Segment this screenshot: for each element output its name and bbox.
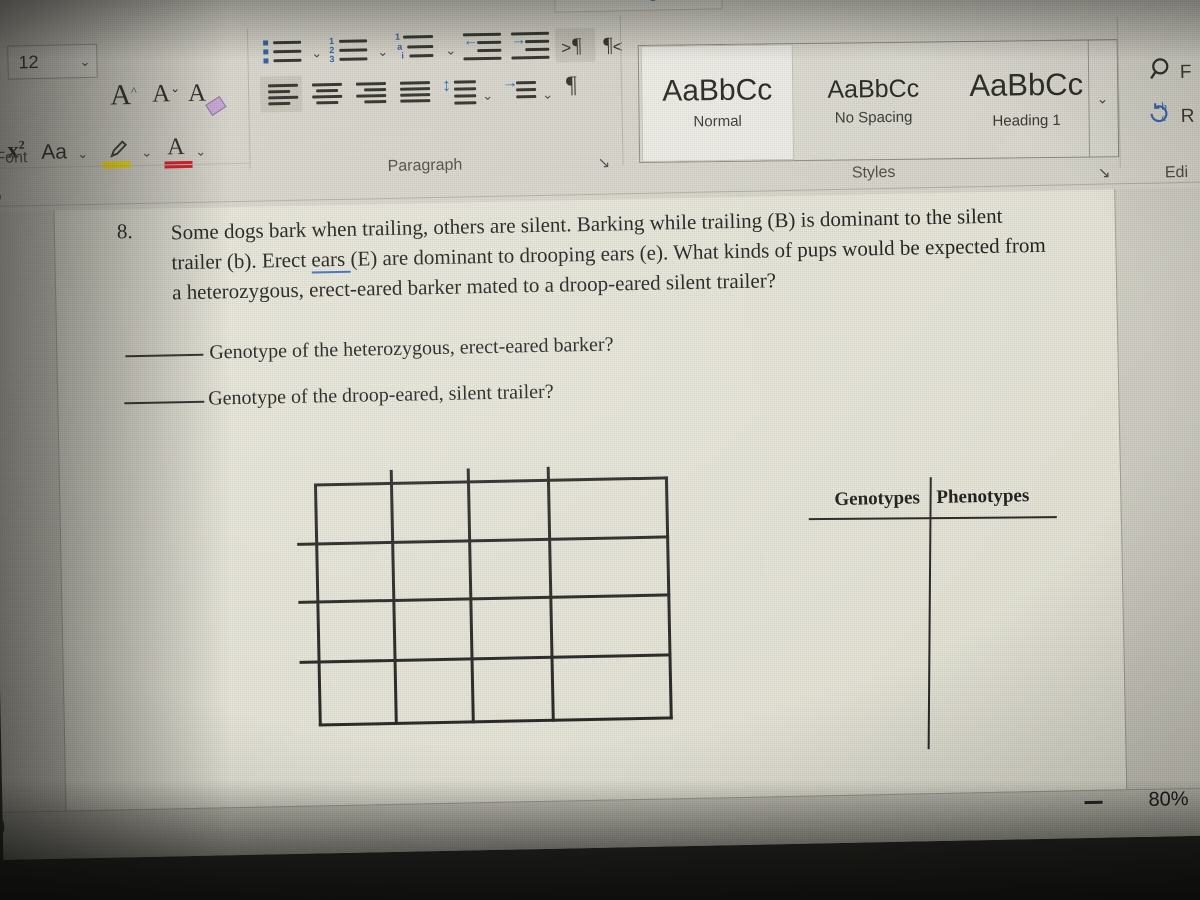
- shrink-font-label: A: [151, 80, 171, 108]
- ltr-text-icon[interactable]: >¶: [561, 33, 582, 59]
- show-formatting-marks-icon[interactable]: ¶: [566, 72, 577, 99]
- style-preview: AaBbCc: [827, 74, 920, 104]
- editing-group-label: Edi: [1164, 163, 1189, 182]
- increase-indent-icon[interactable]: →: [511, 31, 552, 61]
- punnett-cell[interactable]: [319, 545, 390, 597]
- punnett-cell[interactable]: [322, 663, 393, 722]
- clear-formatting-button[interactable]: A: [188, 80, 207, 108]
- svg-text:c: c: [1161, 112, 1166, 124]
- font-color-button[interactable]: A: [167, 134, 185, 161]
- chevron-down-icon[interactable]: ⌄: [377, 44, 388, 60]
- justify-icon[interactable]: [399, 81, 431, 104]
- line-spacing-icon[interactable]: ↕: [442, 75, 477, 105]
- paragraph-group-label: Paragraph: [387, 156, 463, 175]
- chevron-down-icon[interactable]: ⌄: [542, 87, 553, 103]
- paragraph-group: ⌄ 1 2 3 ⌄ 1 a i ⌄ ← → >¶ ¶< ↕ ⌄ → ⌄ ¶: [249, 21, 623, 178]
- chevron-down-icon[interactable]: ⌄: [482, 88, 493, 104]
- clear-formatting-label: A: [187, 79, 207, 107]
- styles-gallery: AaBbCc Normal AaBbCc No Spacing AaBbCc H…: [637, 39, 1120, 164]
- chevron-down-icon[interactable]: ⌄: [311, 45, 322, 61]
- styles-gallery-expand-chevron-icon[interactable]: ⌄: [1087, 40, 1117, 157]
- decrease-indent-icon[interactable]: ←: [463, 32, 504, 62]
- eraser-icon: [205, 95, 227, 116]
- punnett-cell[interactable]: [320, 603, 391, 657]
- punnett-cell[interactable]: [318, 486, 389, 539]
- question-number: 8.: [116, 219, 133, 244]
- results-table-header-phenotypes: Phenotypes: [936, 485, 1030, 509]
- style-name: No Spacing: [834, 108, 913, 127]
- change-case-button[interactable]: Aa: [41, 140, 67, 165]
- style-no-spacing[interactable]: AaBbCc No Spacing: [795, 42, 952, 160]
- paragraph-dialog-launcher[interactable]: ↘: [597, 154, 610, 172]
- font-group-label: Font: [0, 149, 28, 167]
- font-group: ⌄ 12 ⌄ A^ A⌄ A x2 Aa ⌄: [0, 29, 248, 204]
- punnett-cell[interactable]: [394, 485, 465, 538]
- punnett-cell[interactable]: [398, 661, 469, 720]
- punnett-cell[interactable]: [395, 543, 466, 595]
- align-right-icon[interactable]: [355, 81, 387, 105]
- punnett-cell[interactable]: [475, 660, 549, 719]
- style-name: Normal: [693, 112, 742, 131]
- align-left-icon[interactable]: [267, 83, 299, 107]
- style-preview: AaBbCc: [662, 73, 773, 108]
- font-dialog-launcher[interactable]: ↘: [0, 186, 3, 204]
- bullets-icon[interactable]: [263, 38, 306, 65]
- font-size-value: 12: [18, 51, 39, 73]
- style-preview: AaBbCc: [969, 66, 1084, 103]
- punnett-cell[interactable]: [552, 481, 663, 535]
- status-left-fragment: ): [0, 809, 6, 839]
- grow-font-label: A: [109, 79, 132, 112]
- zoom-out-button[interactable]: [1084, 800, 1103, 805]
- editing-mode-label: Editing: [596, 0, 659, 3]
- font-name-chevron-icon[interactable]: ⌄: [0, 54, 1, 70]
- style-heading-1[interactable]: AaBbCc Heading 1: [951, 40, 1102, 158]
- chevron-down-icon[interactable]: ⌄: [77, 146, 88, 162]
- results-table[interactable]: Genotypes Phenotypes: [808, 476, 1092, 761]
- chevron-down-icon[interactable]: ⌄: [445, 43, 456, 59]
- styles-dialog-launcher[interactable]: ↘: [1098, 163, 1111, 181]
- punnett-cell[interactable]: [554, 598, 665, 653]
- results-table-header-genotypes: Genotypes: [834, 487, 921, 511]
- multilevel-list-icon[interactable]: 1 a i: [395, 32, 440, 64]
- punnett-cell[interactable]: [472, 542, 546, 594]
- shading-icon[interactable]: →: [502, 74, 537, 104]
- punnett-cell[interactable]: [396, 601, 467, 655]
- punnett-cell[interactable]: [473, 600, 547, 654]
- punnett-cell[interactable]: [471, 483, 545, 536]
- chevron-down-icon[interactable]: ⌄: [195, 144, 206, 160]
- find-label[interactable]: F: [1180, 62, 1192, 84]
- chevron-down-icon[interactable]: ⌄: [79, 54, 90, 70]
- zoom-level-label[interactable]: 80%: [1148, 788, 1188, 812]
- align-center-icon[interactable]: [311, 82, 343, 106]
- shrink-font-button[interactable]: A⌄: [152, 80, 181, 109]
- photo-of-screen: Review View Help Editing ⌄ ⌄ 12 ⌄ A^: [0, 0, 1200, 900]
- styles-group-label: Styles: [851, 163, 896, 182]
- replace-label[interactable]: R: [1181, 106, 1195, 128]
- font-size-input[interactable]: 12 ⌄: [7, 43, 98, 80]
- punnett-square[interactable]: [297, 466, 673, 727]
- punnett-cell[interactable]: [556, 657, 667, 717]
- question-text: Some dogs bark when trailing, others are…: [171, 201, 1053, 308]
- grow-font-button[interactable]: A^: [110, 79, 137, 113]
- chevron-down-icon[interactable]: ⌄: [141, 145, 152, 161]
- style-normal[interactable]: AaBbCc Normal: [640, 44, 795, 163]
- word-application-window: Review View Help Editing ⌄ ⌄ 12 ⌄ A^: [0, 0, 1200, 860]
- numbering-icon[interactable]: 1 2 3: [329, 36, 372, 64]
- style-name: Heading 1: [992, 111, 1061, 130]
- spellcheck-marked-word[interactable]: ears: [311, 246, 351, 274]
- punnett-cell[interactable]: [553, 540, 664, 593]
- pencil-icon: [567, 0, 589, 3]
- results-table-header-rule: [808, 516, 1057, 521]
